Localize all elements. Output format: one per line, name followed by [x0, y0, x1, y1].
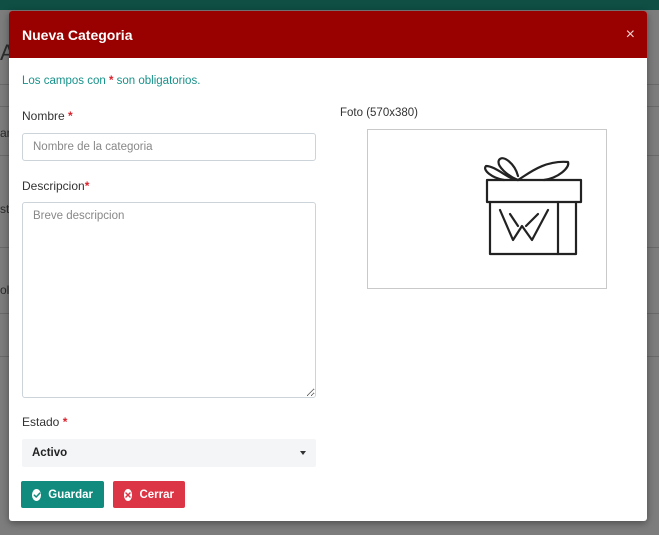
estado-label: Estado *: [22, 415, 67, 429]
descripcion-textarea[interactable]: [22, 202, 316, 398]
nombre-label-text: Nombre: [22, 109, 65, 123]
nombre-input[interactable]: [22, 133, 316, 161]
required-note-suffix: son obligatorios.: [116, 75, 201, 87]
nombre-label: Nombre *: [22, 109, 73, 123]
required-asterisk: *: [68, 109, 73, 123]
estado-selected-value: Activo: [32, 447, 68, 459]
estado-select[interactable]: Activo: [22, 439, 316, 467]
backdrop-text-fragment: st: [0, 202, 10, 216]
modal-title: Nueva Categoria: [22, 26, 133, 43]
modal-header: Nueva Categoria ×: [9, 11, 647, 58]
backdrop-topbar: [0, 0, 659, 10]
required-asterisk: *: [84, 179, 90, 193]
required-asterisk: *: [62, 415, 68, 429]
nueva-categoria-modal: Nueva Categoria × Los campos con * son o…: [9, 11, 647, 521]
x-circle-icon: [124, 488, 133, 501]
gift-icon: [484, 157, 583, 256]
required-fields-note: Los campos con * son obligatorios.: [22, 75, 200, 87]
check-circle-icon: [32, 488, 42, 501]
guardar-button[interactable]: Guardar: [21, 481, 104, 508]
descripcion-label: Descripcion*: [22, 179, 89, 193]
photo-upload-preview[interactable]: [367, 129, 607, 289]
close-icon[interactable]: ×: [626, 26, 635, 43]
estado-label-text: Estado: [22, 415, 60, 429]
guardar-button-label: Guardar: [48, 488, 93, 501]
caret-down-icon: [300, 451, 306, 455]
cerrar-button-label: Cerrar: [139, 488, 174, 501]
required-asterisk: *: [108, 75, 114, 87]
required-note-prefix: Los campos con: [22, 75, 106, 87]
descripcion-label-text: Descripcion: [22, 179, 85, 193]
foto-label: Foto (570x380): [340, 107, 418, 119]
cerrar-button[interactable]: Cerrar: [113, 481, 185, 508]
